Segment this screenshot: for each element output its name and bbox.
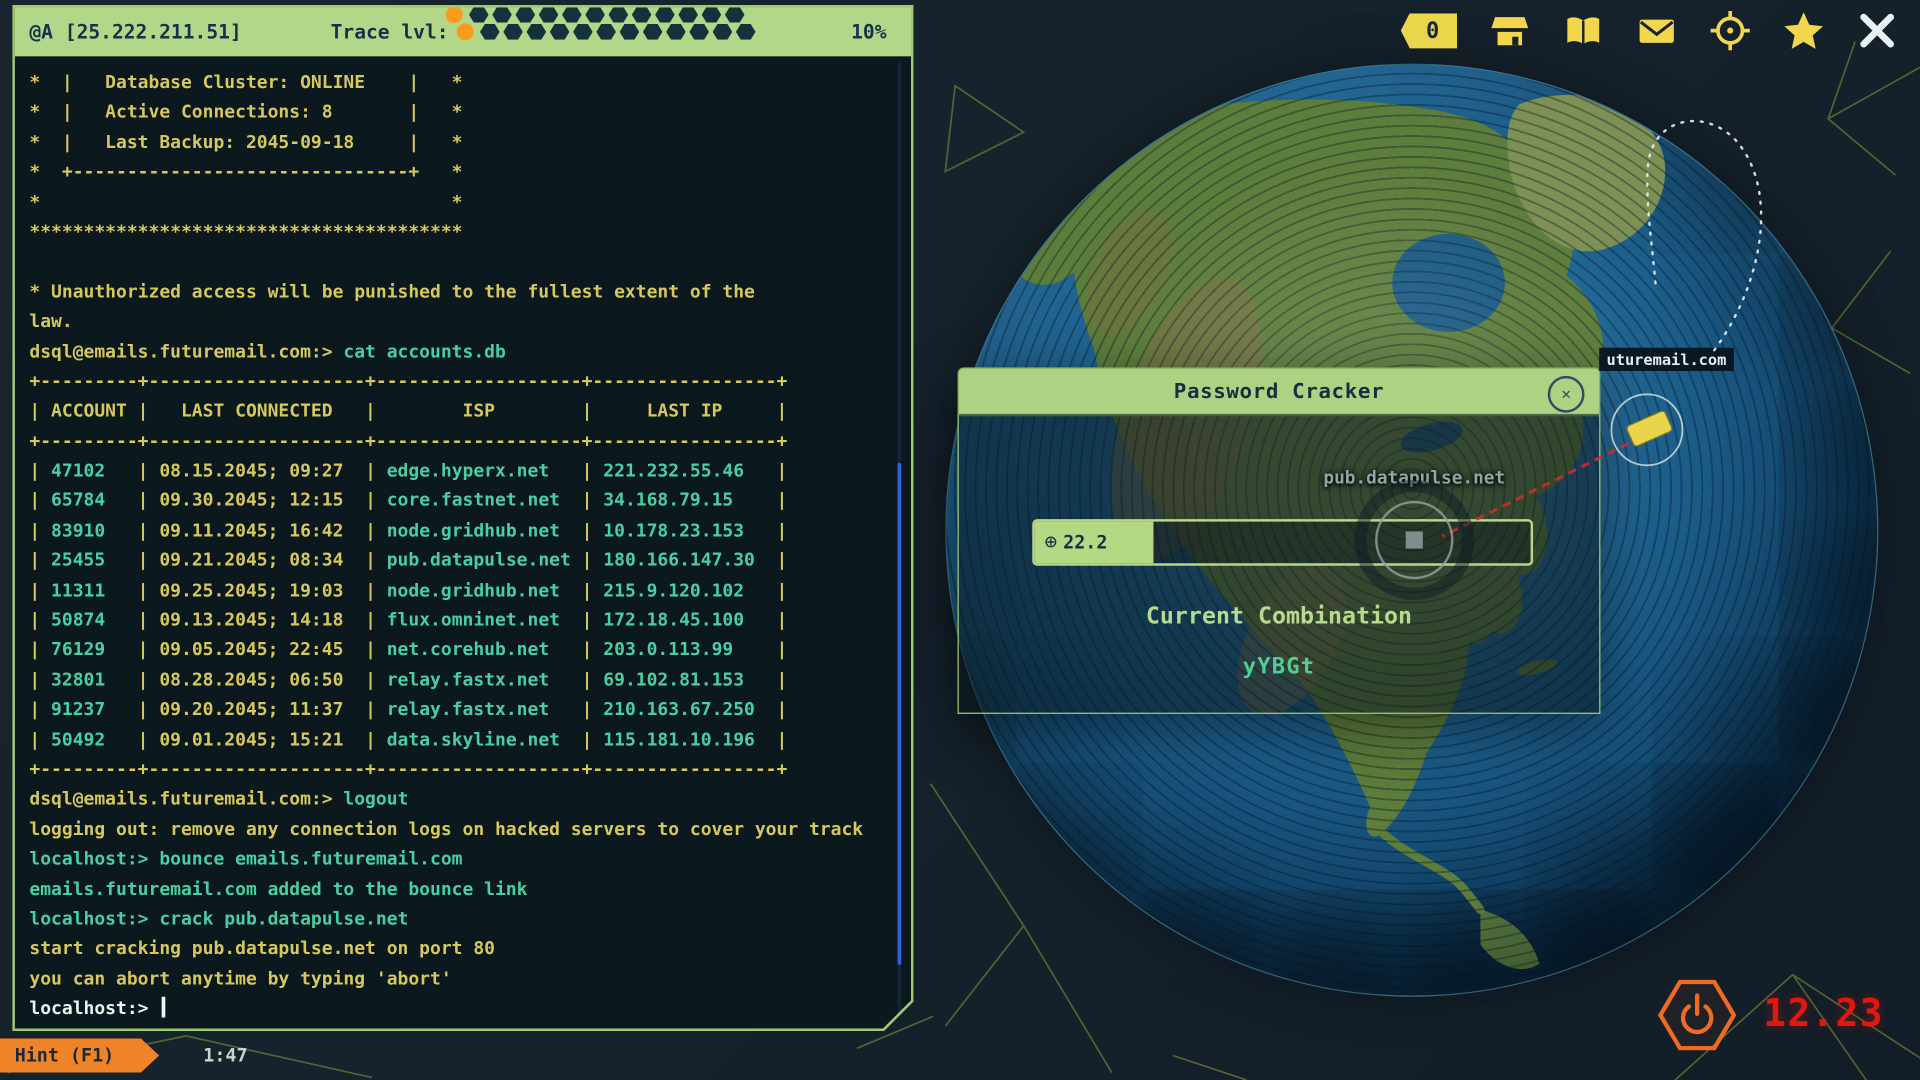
trace-hex-cell — [562, 7, 582, 23]
terminal-output[interactable]: * | Database Cluster: ONLINE | ** | Acti… — [29, 69, 889, 1024]
terminal-line: law. — [29, 308, 889, 338]
trace-hex-cell — [573, 24, 593, 40]
terminal-line: | 11311 | 09.25.2045; 19:03 | node.gridh… — [29, 576, 889, 606]
terminal-line: dsql@emails.futuremail.com:> cat account… — [29, 337, 889, 367]
crosshair-icon[interactable] — [1709, 10, 1751, 52]
terminal-line: * | Database Cluster: ONLINE | * — [29, 69, 889, 99]
trace-hex-cell — [713, 24, 733, 40]
trace-hex-cell — [480, 24, 500, 40]
terminal-titlebar: @A [25.222.211.51] Trace lvl: 10% — [15, 7, 911, 56]
close-icon[interactable] — [1856, 10, 1898, 52]
terminal-line: | 83910 | 09.11.2045; 16:42 | node.gridh… — [29, 517, 889, 547]
dialog-title: Password Cracker — [1174, 380, 1384, 404]
terminal-line: * +-------------------------------+ * — [29, 158, 889, 188]
trace-hex-cell — [469, 7, 489, 23]
password-cracker-dialog: Password Cracker ✕ ⊕ 22.2 Current Combin… — [958, 367, 1601, 714]
trace-hex-cell — [516, 7, 536, 23]
trace-hex-cell — [725, 7, 745, 23]
trace-hex-cell — [689, 24, 709, 40]
terminal-line: +---------+--------------------+--------… — [29, 755, 889, 785]
shop-icon[interactable] — [1489, 10, 1531, 52]
trace-hex-cell — [643, 24, 663, 40]
trace-hex-cell — [655, 7, 675, 23]
progress-value: 22.2 — [1063, 531, 1107, 553]
terminal-prompt-line[interactable]: localhost:> — [29, 994, 889, 1023]
connection-address: @A [25.222.211.51] — [29, 20, 241, 43]
trace-hex-cell — [620, 24, 640, 40]
dialog-body: ⊕ 22.2 Current Combination yYBGt — [958, 414, 1601, 714]
trace-hex-cell — [550, 24, 570, 40]
terminal-line: **************************************** — [29, 218, 889, 248]
terminal-line: | 50492 | 09.01.2045; 15:21 | data.skyli… — [29, 726, 889, 756]
terminal-line: | 91237 | 09.20.2045; 11:37 | relay.fast… — [29, 696, 889, 726]
dialog-titlebar[interactable]: Password Cracker ✕ — [958, 367, 1601, 416]
terminal-line: start cracking pub.datapulse.net on port… — [29, 935, 889, 965]
terminal-line: emails.futuremail.com added to the bounc… — [29, 875, 889, 905]
counter-badge[interactable]: 0 — [1401, 13, 1457, 49]
counter-value: 0 — [1419, 18, 1440, 44]
target-label[interactable]: pub.datapulse.net — [1323, 469, 1505, 489]
trace-hex-cell — [539, 7, 559, 23]
terminal-line: +---------+--------------------+--------… — [29, 427, 889, 457]
plus-circle-icon: ⊕ — [1044, 532, 1057, 553]
mail-icon[interactable] — [1636, 10, 1678, 52]
trace-dot-filled — [446, 6, 463, 23]
terminal-line: | 65784 | 09.30.2045; 12:15 | core.fastn… — [29, 487, 889, 517]
star-icon[interactable] — [1783, 10, 1825, 52]
terminal-line — [29, 248, 889, 278]
terminal-line: localhost:> crack pub.datapulse.net — [29, 905, 889, 935]
trace-hex-cell — [632, 7, 652, 23]
terminal-cursor — [162, 997, 166, 1018]
trace-hex-cell — [702, 7, 722, 23]
trace-hex-cell — [527, 24, 547, 40]
power-button[interactable] — [1656, 973, 1739, 1056]
crack-progress-bar: ⊕ 22.2 — [1032, 519, 1533, 566]
terminal-line: | 25455 | 09.21.2045; 08:34 | pub.datapu… — [29, 546, 889, 576]
terminal-line: dsql@emails.futuremail.com:> logout — [29, 785, 889, 815]
scrollbar-thumb[interactable] — [898, 463, 902, 965]
terminal-window: @A [25.222.211.51] Trace lvl: 10% * | Da… — [12, 5, 913, 1031]
trace-hex-cell — [585, 7, 605, 23]
satellite-label[interactable]: uturemail.com — [1599, 348, 1734, 371]
terminal-line: | ACCOUNT | LAST CONNECTED | ISP | LAST … — [29, 397, 889, 427]
terminal-line: * | Active Connections: 8 | * — [29, 98, 889, 128]
hint-button-label: Hint (F1) — [15, 1044, 115, 1066]
mission-timer: 1:47 — [203, 1044, 247, 1066]
terminal-line: | 47102 | 08.15.2045; 09:27 | edge.hyper… — [29, 457, 889, 487]
combination-value: yYBGt — [959, 654, 1599, 680]
terminal-line: logging out: remove any connection logs … — [29, 815, 889, 845]
combination-label: Current Combination — [959, 602, 1599, 629]
terminal-line: | 76129 | 09.05.2045; 22:45 | net.corehu… — [29, 636, 889, 666]
stage: 0 Password Cracker ✕ — [0, 0, 1920, 1080]
hint-button[interactable]: Hint (F1) — [0, 1038, 159, 1072]
trace-level-label: Trace lvl: — [331, 20, 449, 43]
terminal-line: * Unauthorized access will be punished t… — [29, 278, 889, 308]
terminal-line: | 50874 | 09.13.2045; 14:18 | flux.omnin… — [29, 606, 889, 636]
book-icon[interactable] — [1562, 10, 1604, 52]
trace-hex-cell — [609, 7, 629, 23]
terminal-line: +---------+--------------------+--------… — [29, 367, 889, 397]
terminal-line: you can abort anytime by typing 'abort' — [29, 965, 889, 995]
trace-hex-grid — [446, 12, 791, 51]
trace-hex-cell — [736, 24, 756, 40]
clock-display: 12.23 — [1763, 992, 1883, 1036]
trace-hex-cell — [666, 24, 686, 40]
hud-toolbar: 0 — [1401, 7, 1898, 54]
dialog-close-button[interactable]: ✕ — [1548, 376, 1585, 413]
progress-fill: ⊕ 22.2 — [1035, 522, 1154, 564]
trace-hex-cell — [596, 24, 616, 40]
terminal-line: localhost:> bounce emails.futuremail.com — [29, 845, 889, 875]
trace-hex-cell — [678, 7, 698, 23]
terminal-frame: @A [25.222.211.51] Trace lvl: 10% * | Da… — [15, 7, 911, 1028]
terminal-line: * * — [29, 188, 889, 218]
trace-percent: 10% — [851, 20, 886, 43]
terminal-line: * | Last Backup: 2045-09-18 | * — [29, 128, 889, 158]
trace-dot-filled — [457, 23, 474, 40]
trace-hex-cell — [492, 7, 512, 23]
trace-hex-cell — [503, 24, 523, 40]
terminal-line: | 32801 | 08.28.2045; 06:50 | relay.fast… — [29, 666, 889, 696]
